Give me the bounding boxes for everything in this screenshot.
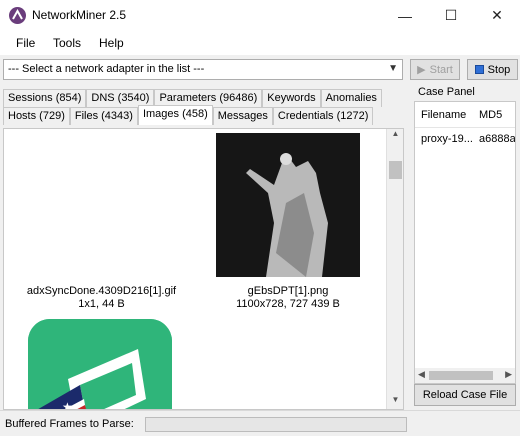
tab-messages[interactable]: Messages [212, 107, 273, 125]
column-filename[interactable]: Filename [421, 109, 466, 121]
image-filename: adxSyncDone.4309D216[1].gif [26, 285, 177, 297]
menu-bar: File Tools Help [0, 31, 520, 55]
title-bar: NetworkMiner 2.5 — ☐ ✕ [0, 0, 520, 31]
start-label: Start [429, 63, 453, 76]
tab-files[interactable]: Files (4343) [69, 107, 138, 125]
case-list-header: Filename MD5 [415, 102, 515, 128]
buffered-frames-label: Buffered Frames to Parse: [5, 418, 134, 430]
scroll-up-icon[interactable]: ▲ [387, 129, 403, 143]
tab-anomalies[interactable]: Anomalies [320, 89, 382, 107]
images-view: adxSyncDone.4309D216[1].gif 1x1, 44 B gE… [3, 128, 404, 410]
case-filename-cell: proxy-19... [421, 133, 473, 145]
menu-file[interactable]: File [16, 36, 35, 50]
scroll-right-icon[interactable]: ▶ [505, 369, 512, 380]
tab-hosts[interactable]: Hosts (729) [3, 107, 70, 125]
scrollbar-thumb[interactable] [429, 371, 493, 380]
tab-sessions[interactable]: Sessions (854) [3, 89, 87, 107]
chevron-down-icon: ▼ [388, 63, 398, 74]
stop-button[interactable]: Stop [467, 59, 518, 80]
scroll-left-icon[interactable]: ◀ [418, 369, 425, 380]
network-adapter-value: --- Select a network adapter in the list… [8, 63, 205, 75]
main-tab-panel: Sessions (854) DNS (3540) Parameters (96… [0, 87, 409, 410]
image-meta: 1100x728, 727 439 B [236, 298, 340, 310]
image-thumbnail[interactable] [216, 133, 360, 277]
close-button[interactable]: ✕ [474, 0, 520, 31]
column-md5[interactable]: MD5 [479, 109, 502, 121]
scroll-down-icon[interactable]: ▼ [387, 395, 403, 409]
case-file-row[interactable]: proxy-19... a6888a [415, 130, 515, 150]
case-panel-title: Case Panel [418, 86, 475, 98]
minimize-button[interactable]: — [382, 0, 428, 31]
images-vertical-scrollbar[interactable]: ▲ ▼ [386, 129, 403, 409]
networkminer-window: NetworkMiner 2.5 — ☐ ✕ File Tools Help -… [0, 0, 520, 436]
reload-case-file-button[interactable]: Reload Case File [414, 384, 516, 406]
case-md5-cell: a6888a [479, 133, 516, 145]
svg-text:★: ★ [62, 400, 73, 410]
status-bar: Buffered Frames to Parse: [0, 410, 520, 436]
image-filename: gEbsDPT[1].png [247, 285, 329, 297]
start-button[interactable]: ▶ Start [410, 59, 460, 80]
case-file-list[interactable]: Filename MD5 proxy-19... a6888a ◀ ▶ [414, 101, 516, 384]
tab-row-2: Hosts (729) Files (4343) Images (458) Me… [3, 105, 374, 125]
app-icon-thumbnail[interactable]: ★ ★ [28, 319, 172, 410]
menu-help[interactable]: Help [99, 36, 124, 50]
toolbar: --- Select a network adapter in the list… [0, 55, 520, 85]
play-icon: ▶ [417, 64, 426, 76]
image-item[interactable]: adxSyncDone.4309D216[1].gif 1x1, 44 B [14, 285, 189, 311]
maximize-button[interactable]: ☐ [428, 0, 474, 31]
tab-keywords[interactable]: Keywords [262, 89, 321, 107]
stop-icon [474, 65, 484, 74]
window-title: NetworkMiner 2.5 [32, 8, 127, 22]
case-horizontal-scrollbar[interactable]: ◀ ▶ [415, 368, 515, 383]
image-item[interactable]: gEbsDPT[1].png 1100x728, 727 439 B [203, 285, 373, 311]
case-panel: Case Panel Filename MD5 proxy-19... a688… [411, 84, 518, 409]
menu-tools[interactable]: Tools [53, 36, 81, 50]
scrollbar-thumb[interactable] [389, 161, 402, 179]
stop-label: Stop [487, 63, 511, 76]
tab-credentials[interactable]: Credentials (1272) [272, 107, 374, 125]
tab-images[interactable]: Images (458) [137, 105, 213, 125]
buffered-frames-progress [145, 417, 407, 432]
network-adapter-select[interactable]: --- Select a network adapter in the list… [3, 59, 403, 80]
image-meta: 1x1, 44 B [78, 298, 125, 310]
networkminer-app-icon [9, 7, 26, 24]
